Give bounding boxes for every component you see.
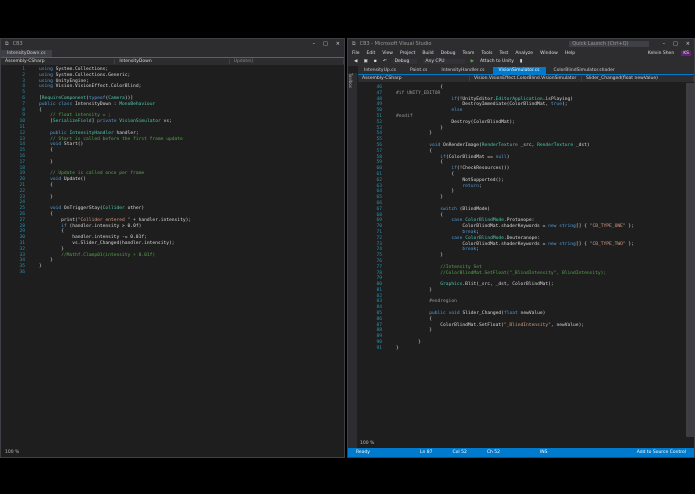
avatar[interactable]: KS [681,50,691,56]
line-number: 36 [19,269,25,275]
menu-test[interactable]: Test [499,51,508,56]
menu-project[interactable]: Project [400,51,415,56]
code-line[interactable]: 78 //ColorBlindMat.SetFloat("_BlindInten… [360,271,634,277]
zoom-level[interactable]: 100 % [360,441,374,446]
maximize-button[interactable]: □ [323,41,328,47]
attach-button[interactable]: Attach to Unity [480,59,514,64]
menu-bar: File Edit View Project Build Debug Team Tools Te… [348,49,694,57]
menu-debug[interactable]: Debug [441,51,456,56]
bookmark-icon[interactable]: ▮ [520,59,522,64]
member-dropdown[interactable]: Update() [230,59,344,64]
menu-window[interactable]: Window [540,51,558,56]
menu-edit[interactable]: Edit [367,51,376,56]
line-number: 91 [376,345,382,351]
title-bar: ⧉ CB3 – □ × [1,39,344,49]
project-dropdown[interactable]: Assembly-CSharp [1,59,116,64]
vs-logo-icon: ⧉ [352,41,356,47]
menu-help[interactable]: Help [565,51,575,56]
code-line[interactable]: 36 [3,270,191,276]
status-ins: INS [539,450,548,455]
toolbox-panel[interactable]: Toolbox [348,73,357,448]
tab-intensityup-cs[interactable]: IntensityUp.cs [358,67,402,74]
window-title: CB3 [12,41,23,47]
status-col: Col 52 [452,450,467,455]
menu-file[interactable]: File [352,51,360,56]
navigation-bar: Assembly-CSharp IntensityDown Update() [1,57,344,65]
config-dropdown[interactable]: Debug [392,59,418,64]
tab-bar: IntensityDown.cs [1,49,344,57]
close-button[interactable]: × [686,41,690,47]
platform-dropdown[interactable]: Any CPU [423,59,465,64]
code-editor[interactable]: 46 {47 #if UNITY_EDITOR 48 if(!UnityEditor… [360,85,634,352]
menu-analyze[interactable]: Analyze [515,51,533,56]
tab-paint-cs[interactable]: Paint.cs [404,67,433,74]
minimize-button[interactable]: – [663,41,666,47]
toolbox-label[interactable]: Toolbox [348,73,353,88]
menu-team[interactable]: Team [462,51,474,56]
maximize-button[interactable]: □ [673,41,678,47]
user-name[interactable]: Kelvin Shen [648,51,674,56]
tab-bar: IntensityUp.cs Paint.cs IntensityHandler.c… [358,66,694,74]
navigation-bar: Assembly-CSharp Vision.VisionEffect.Colo… [358,74,694,82]
class-dropdown[interactable]: Vision.VisionEffect.ColorBlind.VisionSim… [470,76,582,81]
status-ch: Ch 52 [486,450,500,455]
menu-tools[interactable]: Tools [481,51,492,56]
class-dropdown[interactable]: IntensityDown [115,59,230,64]
code-line[interactable]: 91} [360,346,634,352]
vertical-scrollbar[interactable] [686,83,694,437]
status-bar: Ready Ln 87 Col 52 Ch 52 INS Add to Sour… [348,448,694,457]
right-editor-window: ⧉ CB3 - Microsoft Visual Studio Quick Lau… [347,38,695,458]
tab-colorblindsimulator-shader[interactable]: ColorBlindSimulator.shader [548,67,621,74]
undo-icon[interactable]: ↶ [383,59,387,64]
minimize-button[interactable]: – [313,41,316,47]
status-line: Ln 87 [419,450,433,455]
code-line[interactable]: 27 print("Collider entered " + handler.i… [3,218,191,224]
tab-visionsimulator-cs[interactable]: VisionSimulator.cs [492,67,546,74]
add-to-source-control-button[interactable]: Add to Source Control [637,450,686,455]
zoom-level[interactable]: 100 % [5,450,19,455]
vs-logo-icon: ⧉ [5,41,9,47]
code-line[interactable]: 31 vs.Slider_Changed(handler.intensity); [3,241,191,247]
quick-launch-input[interactable]: Quick Launch (Ctrl+Q) [569,41,649,47]
toolbar: ◀ ▣ ▪ ↶ Debug Any CPU ▶ Attach to Unity ▮ [348,57,694,66]
status-ready: Ready [356,450,370,455]
tab-intensityhandler-cs[interactable]: IntensityHandler.cs [435,67,490,74]
close-button[interactable]: × [336,41,340,47]
member-dropdown[interactable]: Slider_Changed(float newValue) [582,76,694,81]
menu-view[interactable]: View [382,51,393,56]
new-icon[interactable]: ▣ [363,59,367,64]
window-title: CB3 - Microsoft Visual Studio [359,41,432,47]
play-icon[interactable]: ▶ [471,59,474,64]
tab-intensitydown[interactable]: IntensityDown.cs [1,50,52,57]
project-dropdown[interactable]: Assembly-CSharp [358,76,470,81]
code-editor[interactable]: 1 using System.Collections; 2 using System.… [3,67,191,276]
save-icon[interactable]: ▪ [374,59,377,64]
left-editor-window: ⧉ CB3 – □ × IntensityDown.cs Assembly-CShar… [0,38,345,458]
menu-build[interactable]: Build [422,51,433,56]
title-bar: ⧉ CB3 - Microsoft Visual Studio Quick Lau… [348,39,694,49]
back-icon[interactable]: ◀ [354,59,357,64]
